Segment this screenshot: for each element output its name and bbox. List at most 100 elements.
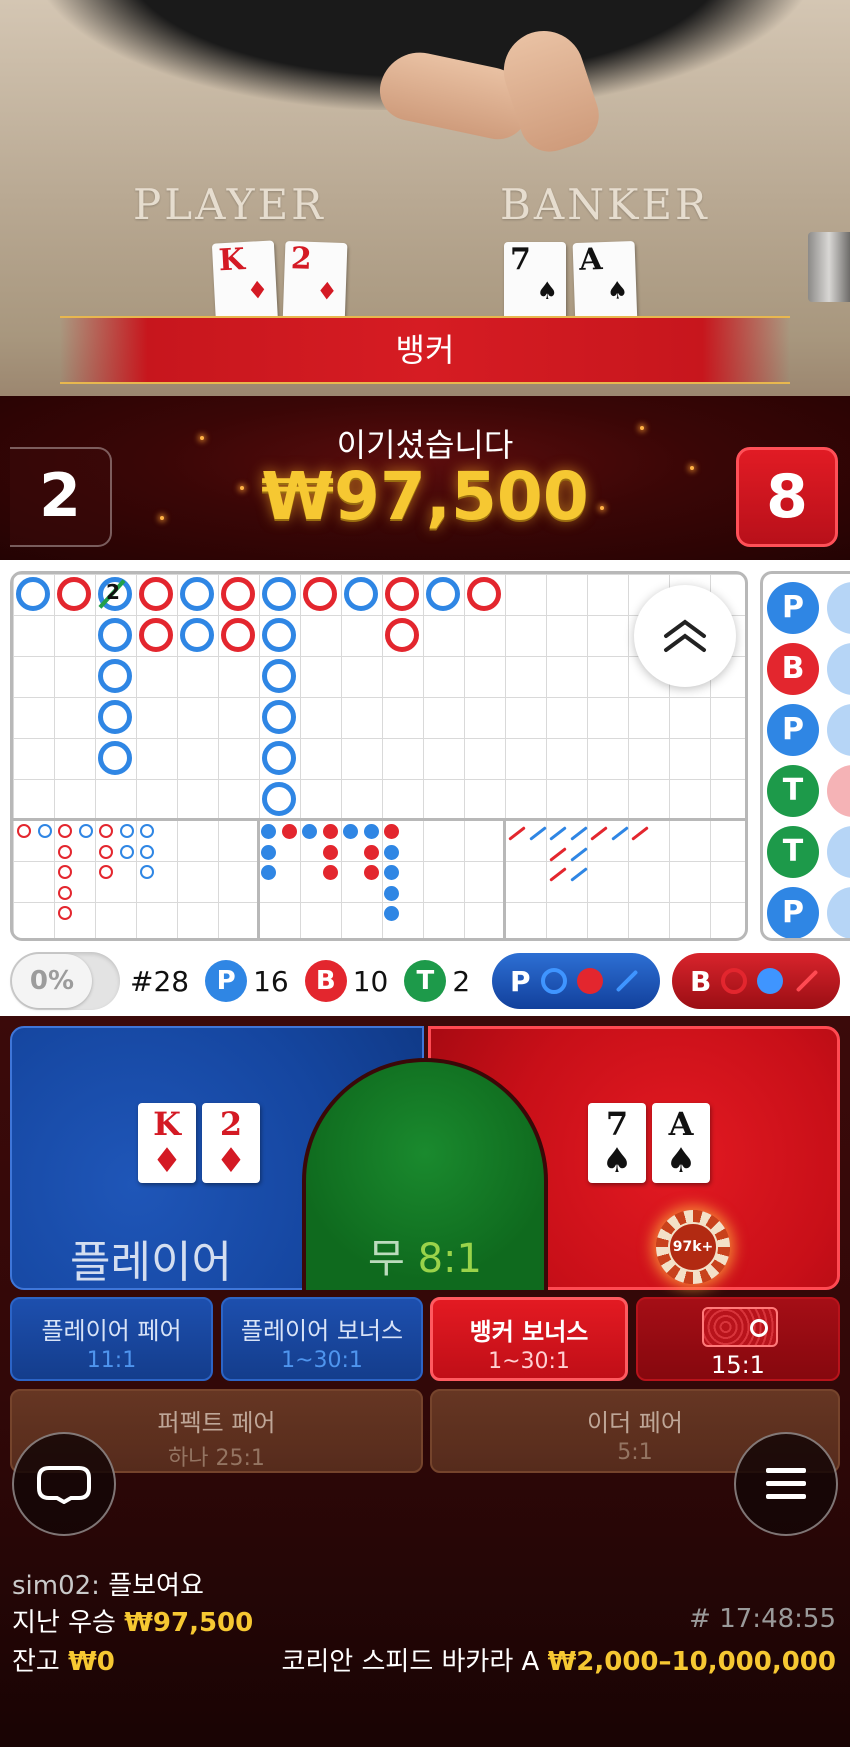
bet-chip[interactable]: 97k+	[656, 1210, 730, 1284]
collapse-roadmap-button[interactable]	[634, 585, 736, 687]
card-shoe	[808, 232, 850, 302]
player-score: 2	[39, 461, 81, 531]
round-stats: #28 P 16 B 10 T 2	[130, 958, 480, 1004]
player-bonus-odds: 1~30:1	[281, 1348, 363, 1373]
player-pair-label: 플레이어 페어	[41, 1317, 182, 1345]
small-road-mark	[261, 844, 276, 860]
tie-label: 무	[368, 1236, 405, 1282]
chat-text: 플보여요	[108, 1571, 204, 1601]
hamburger-menu-icon	[766, 1468, 806, 1499]
tie-count-stat: 2	[452, 964, 471, 998]
big-road-mark	[344, 577, 378, 611]
round-id: # 17:48:55	[689, 1604, 836, 1634]
small-road-mark	[363, 844, 379, 860]
percent-toggle[interactable]: 0%	[10, 952, 120, 1010]
ring-icon	[721, 968, 748, 994]
banker-score: 8	[766, 462, 808, 532]
predict-banker-label: B	[690, 964, 712, 998]
small-road-mark	[384, 906, 399, 921]
big-road-mark	[262, 741, 296, 775]
table-info: 코리안 스피드 바카라 A ₩2,000–10,000,000	[281, 1641, 836, 1678]
table-banker-card-1: 7 ♠	[504, 242, 566, 326]
small-road-mark	[384, 824, 399, 839]
table-banker-label: BANKER	[500, 180, 710, 229]
percent-toggle-label: 0%	[12, 954, 92, 1008]
player-badge: P	[205, 960, 248, 1002]
big-eye-road-mark	[58, 865, 72, 879]
player-predict-button[interactable]: P	[492, 953, 660, 1009]
player-count: 16	[253, 964, 289, 998]
small-road-mark	[261, 865, 276, 880]
chat-bubble-icon	[37, 1466, 91, 1504]
cockroach-road-mark	[569, 846, 588, 862]
tie-count: 2	[106, 580, 120, 604]
bead-road[interactable]: P B P T T P	[760, 571, 850, 941]
balance-amount: ₩0	[68, 1647, 115, 1677]
banker-bonus-bet[interactable]: 뱅커 보너스 1~30:1	[430, 1297, 628, 1381]
banker-bonus-odds: 1~30:1	[488, 1349, 570, 1374]
tie-odds: 8:1	[417, 1236, 482, 1282]
big-road-mark	[262, 782, 296, 816]
win-amount: ₩97,500	[261, 458, 589, 535]
small-road-mark	[281, 824, 297, 839]
ring-icon	[540, 968, 567, 994]
banker-bet-card-1: 7 ♠	[588, 1103, 646, 1183]
table-banker-card-2: A ♠	[572, 240, 638, 328]
big-road-mark	[221, 618, 255, 652]
big-eye-road-mark	[99, 844, 113, 859]
big-road-mark	[385, 577, 419, 611]
small-road-mark	[363, 824, 379, 839]
big-road-mark	[303, 577, 337, 611]
bead-road-item: P	[767, 887, 819, 938]
big-eye-road-mark	[58, 844, 72, 859]
balance-label: 잔고	[12, 1647, 60, 1677]
small-road-mark	[384, 844, 399, 860]
table-player-label: PLAYER	[133, 180, 326, 229]
big-road-mark	[385, 618, 419, 652]
player-pair-bet[interactable]: 플레이어 페어 11:1	[10, 1297, 213, 1381]
table-player-card-2: 2 ♦	[282, 240, 348, 328]
banker-count: 10	[352, 964, 389, 998]
big-eye-road-mark	[140, 844, 154, 859]
player-bonus-bet[interactable]: 플레이어 보너스 1~30:1	[221, 1297, 423, 1381]
banker-predict-button[interactable]: B	[672, 953, 840, 1009]
small-road-mark	[363, 865, 379, 880]
big-road-mark	[180, 618, 214, 652]
big-eye-road-mark	[99, 824, 113, 838]
small-road-mark	[343, 824, 358, 839]
big-road-mark	[262, 700, 296, 734]
big-road-mark	[221, 577, 255, 611]
table-limits: ₩2,000–10,000,000	[547, 1647, 836, 1677]
big-eye-road-mark	[119, 824, 134, 838]
chat-button[interactable]	[12, 1432, 116, 1536]
small-road-mark	[322, 865, 338, 880]
dragon-bonus-icon	[702, 1307, 778, 1347]
big-eye-road-mark	[99, 865, 113, 879]
player-pair-odds: 11:1	[86, 1348, 137, 1373]
big-eye-road-mark	[140, 824, 154, 838]
predict-player-label: P	[510, 964, 531, 998]
big-road-mark	[139, 618, 173, 652]
big-road-mark	[262, 659, 296, 693]
big-eye-road-mark	[140, 865, 154, 879]
player-bonus-label: 플레이어 보너스	[240, 1317, 404, 1345]
last-win-amount: ₩97,500	[124, 1608, 254, 1638]
cockroach-road-mark	[610, 826, 629, 841]
big-eye-road-mark	[58, 885, 72, 900]
cockroach-road-mark	[569, 867, 588, 882]
cockroach-road-mark	[569, 826, 588, 841]
dot-icon	[757, 968, 784, 994]
cockroach-road-mark	[549, 846, 567, 862]
big-road-mark	[467, 577, 501, 611]
bead-road-item: T	[767, 765, 819, 817]
cockroach-road-mark	[549, 826, 567, 841]
winner-banner: 뱅커	[60, 316, 790, 384]
small-road-mark	[322, 844, 338, 860]
chat-message: sim02: 플보여요	[12, 1565, 204, 1602]
dragon-bonus-bet[interactable]: 15:1	[636, 1297, 840, 1381]
big-road-mark	[426, 577, 460, 611]
bead-road-item: P	[767, 582, 819, 634]
menu-button[interactable]	[734, 1432, 838, 1536]
big-eye-road-mark	[119, 844, 134, 859]
last-win: 지난 우승 ₩97,500	[12, 1602, 253, 1639]
